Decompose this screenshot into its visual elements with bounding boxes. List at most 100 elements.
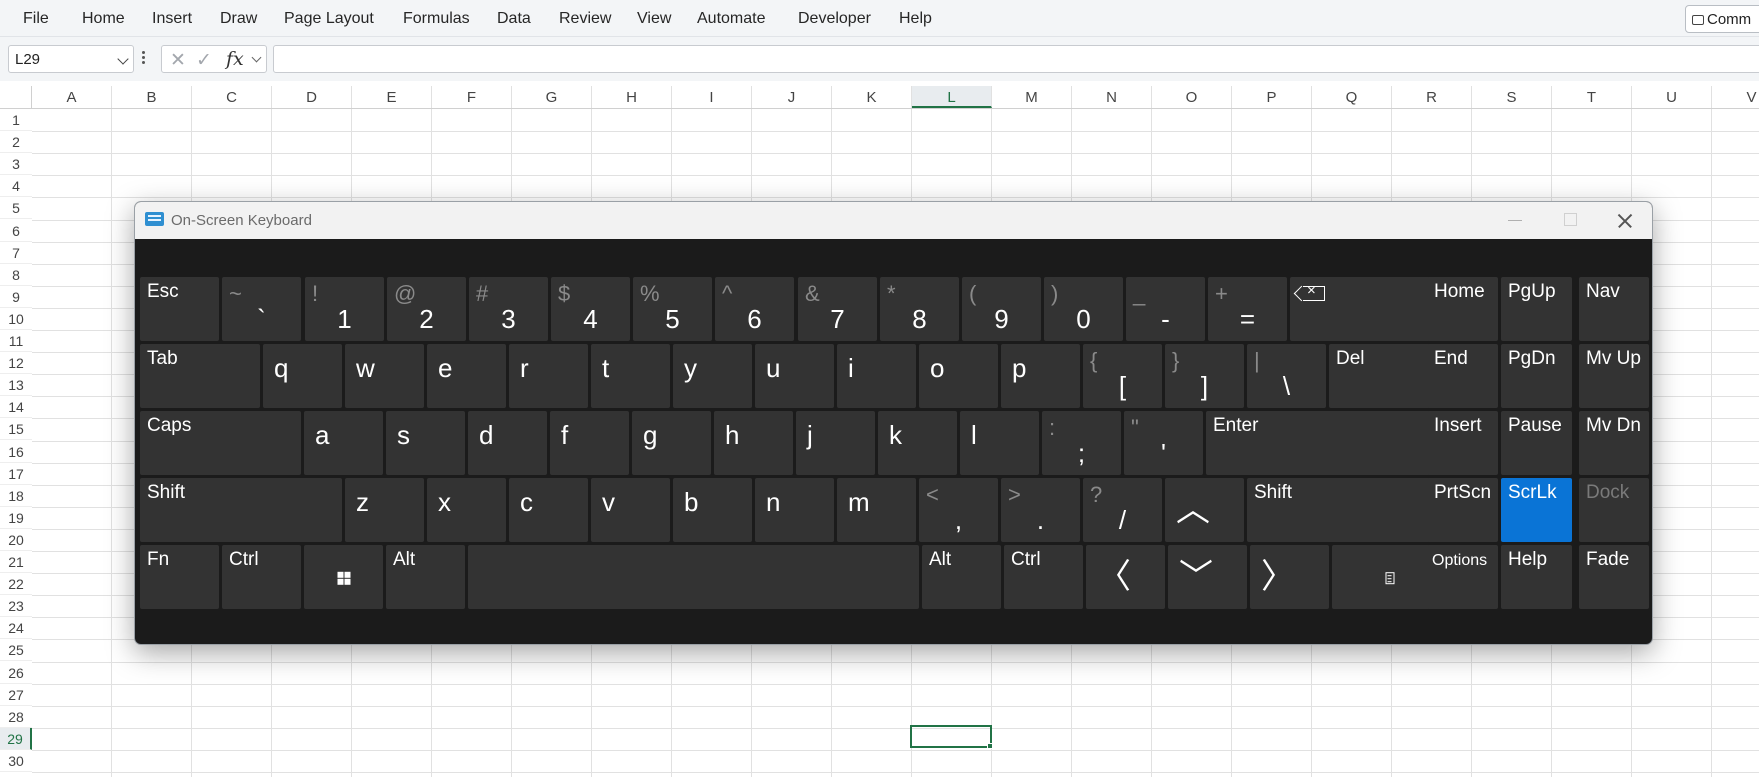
row-header[interactable]: 11 bbox=[0, 330, 32, 353]
column-header[interactable]: D bbox=[272, 86, 352, 108]
key-p[interactable]: p bbox=[1001, 344, 1080, 408]
key-enter[interactable]: Enter bbox=[1206, 411, 1448, 475]
key-6[interactable]: ^ 6 bbox=[715, 277, 794, 341]
key-c[interactable]: c bbox=[509, 478, 588, 542]
key-4[interactable]: $4 bbox=[551, 277, 630, 341]
key-8[interactable]: * 8 bbox=[880, 277, 959, 341]
key-ctrl-l[interactable]: Ctrl bbox=[222, 545, 301, 609]
key-y[interactable]: y bbox=[673, 344, 752, 408]
key-quote[interactable]: " ' bbox=[1124, 411, 1203, 475]
column-header[interactable]: E bbox=[352, 86, 432, 108]
row-header[interactable]: 18 bbox=[0, 485, 32, 507]
name-box[interactable]: L29 bbox=[8, 45, 134, 73]
key-left[interactable]: 〈 bbox=[1086, 545, 1165, 609]
row-header[interactable]: 7 bbox=[0, 242, 32, 264]
fill-handle[interactable] bbox=[987, 743, 993, 749]
confirm-icon[interactable]: ✓ bbox=[196, 49, 212, 72]
menu-help[interactable]: Help bbox=[899, 10, 932, 28]
column-header[interactable]: S bbox=[1472, 86, 1552, 108]
comments-button[interactable]: Comm bbox=[1685, 5, 1759, 33]
column-header[interactable]: A bbox=[32, 86, 112, 108]
column-header[interactable]: C bbox=[192, 86, 272, 108]
key-lbracket[interactable]: {[ bbox=[1083, 344, 1162, 408]
row-header[interactable]: 8 bbox=[0, 264, 32, 286]
key-minus[interactable]: _ - bbox=[1126, 277, 1205, 341]
key-q[interactable]: q bbox=[263, 344, 342, 408]
column-header[interactable]: L bbox=[912, 86, 992, 108]
key-caps[interactable]: Caps bbox=[140, 411, 301, 475]
menu-file[interactable]: File bbox=[23, 10, 49, 28]
key-equals[interactable]: + = bbox=[1208, 277, 1287, 341]
key-comma[interactable]: <, bbox=[919, 478, 998, 542]
key-mvup[interactable]: Mv Up bbox=[1579, 344, 1649, 408]
row-header[interactable]: 5 bbox=[0, 197, 32, 220]
active-cell[interactable] bbox=[910, 725, 992, 748]
key-ctrl-r[interactable]: Ctrl bbox=[1004, 545, 1083, 609]
row-header[interactable]: 28 bbox=[0, 706, 32, 728]
menu-review[interactable]: Review bbox=[559, 10, 611, 28]
key-7[interactable]: & 7 bbox=[798, 277, 877, 341]
row-header[interactable]: 10 bbox=[0, 308, 32, 330]
column-header[interactable]: Q bbox=[1312, 86, 1392, 108]
chevron-down-icon[interactable] bbox=[117, 53, 129, 65]
column-header[interactable]: B bbox=[112, 86, 192, 108]
row-header[interactable]: 26 bbox=[0, 662, 32, 684]
key-pause[interactable]: Pause bbox=[1501, 411, 1572, 475]
column-header[interactable]: R bbox=[1392, 86, 1472, 108]
row-header[interactable]: 25 bbox=[0, 639, 32, 662]
key-shift-r[interactable]: Shift bbox=[1247, 478, 1448, 542]
key-r[interactable]: r bbox=[509, 344, 588, 408]
close-icon[interactable] bbox=[1614, 210, 1634, 230]
column-header[interactable]: N bbox=[1072, 86, 1152, 108]
key-d[interactable]: d bbox=[468, 411, 547, 475]
key-9[interactable]: (9 bbox=[962, 277, 1041, 341]
key-slash[interactable]: ? / bbox=[1083, 478, 1162, 542]
row-header[interactable]: 9 bbox=[0, 286, 32, 308]
row-header[interactable]: 30 bbox=[0, 750, 32, 772]
key-fade[interactable]: Fade bbox=[1579, 545, 1649, 609]
select-all-corner[interactable] bbox=[0, 86, 32, 108]
key-up[interactable]: ︿ bbox=[1165, 478, 1244, 542]
cancel-icon[interactable]: ✕ bbox=[170, 49, 186, 72]
column-header[interactable]: V bbox=[1712, 86, 1759, 108]
key-5[interactable]: % 5 bbox=[633, 277, 712, 341]
row-header[interactable]: 1 bbox=[0, 109, 32, 132]
key-g[interactable]: g bbox=[632, 411, 711, 475]
row-header[interactable]: 29 bbox=[0, 727, 32, 750]
key-alt-r[interactable]: Alt bbox=[922, 545, 1001, 609]
key-help[interactable]: Help bbox=[1501, 545, 1572, 609]
key-space[interactable] bbox=[468, 545, 919, 609]
row-header[interactable]: 27 bbox=[0, 684, 32, 706]
key-insert[interactable]: Insert bbox=[1427, 411, 1498, 475]
row-header[interactable]: 4 bbox=[0, 175, 32, 198]
row-header[interactable]: 6 bbox=[0, 220, 32, 242]
key-nav[interactable]: Nav bbox=[1579, 277, 1649, 341]
key-end[interactable]: End bbox=[1427, 344, 1498, 408]
menu-data[interactable]: Data bbox=[497, 10, 531, 28]
key-1[interactable]: ! 1 bbox=[305, 277, 384, 341]
row-header[interactable]: 3 bbox=[0, 153, 32, 176]
column-header[interactable]: F bbox=[432, 86, 512, 108]
menu-view[interactable]: View bbox=[637, 10, 671, 28]
key-scrlk[interactable]: ScrLk bbox=[1501, 478, 1572, 542]
key-mvdn[interactable]: Mv Dn bbox=[1579, 411, 1649, 475]
osk-title-bar[interactable]: On-Screen Keyboard bbox=[135, 202, 1652, 239]
row-header[interactable]: 12 bbox=[0, 352, 32, 375]
key-down[interactable]: ﹀ bbox=[1168, 545, 1247, 609]
column-header[interactable]: M bbox=[992, 86, 1072, 108]
row-header[interactable]: 21 bbox=[0, 551, 32, 574]
row-header[interactable]: 2 bbox=[0, 131, 32, 154]
key-s[interactable]: s bbox=[386, 411, 465, 475]
key-b[interactable]: b bbox=[673, 478, 752, 542]
key-tilde[interactable]: ~ ` bbox=[222, 277, 301, 341]
key-prtscn[interactable]: PrtScn bbox=[1427, 478, 1498, 542]
key-l[interactable]: l bbox=[960, 411, 1039, 475]
key-right[interactable]: 〉 bbox=[1250, 545, 1329, 609]
row-header[interactable]: 23 bbox=[0, 595, 32, 618]
key-shift-l[interactable]: Shift bbox=[140, 478, 342, 542]
column-header[interactable]: J bbox=[752, 86, 832, 108]
row-header[interactable]: 22 bbox=[0, 573, 32, 596]
key-rbracket[interactable]: }] bbox=[1165, 344, 1244, 408]
row-header[interactable]: 24 bbox=[0, 617, 32, 640]
key-m[interactable]: m bbox=[837, 478, 916, 542]
